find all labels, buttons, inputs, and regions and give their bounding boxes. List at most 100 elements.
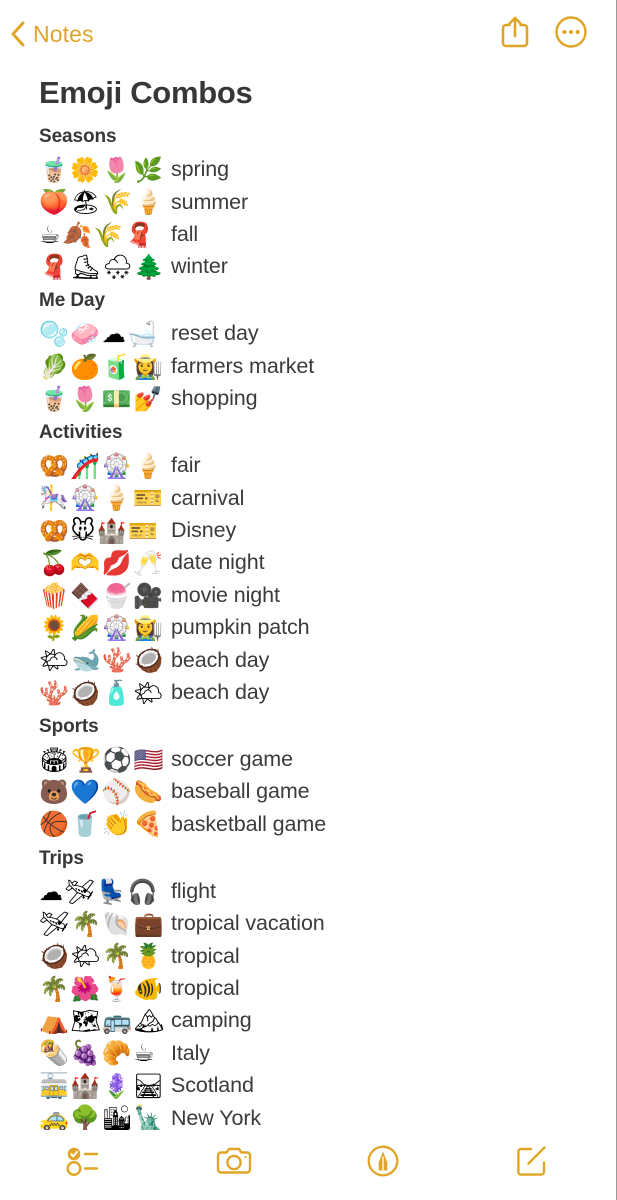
combo-row[interactable]: 🐻💙⚾🌭 baseball game [39, 776, 602, 808]
combo-row[interactable]: 🚋🏰🪻🛤 Scotland [39, 1070, 602, 1102]
combo-label: fall [171, 221, 199, 246]
checklist-icon [65, 1146, 104, 1181]
combo-emojis: 🌴🌺🍹🐠 [39, 974, 165, 1003]
markup-button[interactable] [353, 1139, 413, 1187]
combo-row[interactable]: 🏀🥤👏🍕 basketball game [39, 808, 602, 840]
combo-row[interactable]: 🥨🐭🏰🎫 Disney [39, 515, 602, 547]
combo-label: Disney [171, 517, 237, 542]
combo-label: reset day [171, 321, 259, 346]
combo-row[interactable]: 🎠🎡🍦🎫 carnival [39, 482, 602, 514]
combo-row[interactable]: 🚕🌳🏙🗽 New York [39, 1102, 602, 1130]
combo-row[interactable]: 🌻🌽🎡👩‍🌾 pumpkin patch [39, 612, 602, 644]
combo-emojis: 🌤🐋🪸🥥 [39, 646, 166, 675]
combo-label: Scotland [171, 1073, 254, 1098]
combo-label: New York [171, 1105, 262, 1130]
note-sections-container: Seasons 🧋🌼🌷🌿 spring 🍑🏖🌾🍦 summer ☕🍂🌾🧣 fall 🧣⛸🌨🌲 w… [39, 124, 602, 1130]
combo-label: farmers market [171, 353, 315, 378]
more-circle-icon [554, 15, 588, 54]
combo-row[interactable]: 🥨🎢🎡🍦 fair [39, 450, 602, 482]
combo-label: summer [171, 189, 249, 214]
section-header: Seasons [39, 126, 117, 148]
page-title: Emoji Combos [39, 75, 253, 110]
combo-emojis: ☕🍂🌾🧣 [39, 220, 157, 249]
combo-label: winter [171, 254, 228, 279]
combo-row[interactable]: 🍒🫶💋🥂 date night [39, 547, 602, 579]
combo-emojis: ⛺🗺🚌🏔 [39, 1007, 166, 1036]
note-content[interactable]: Emoji Combos Seasons 🧋🌼🌷🌿 spring 🍑🏖🌾🍦 summer… [0, 68, 616, 1130]
bottom-toolbar [0, 1130, 616, 1200]
camera-icon [215, 1145, 253, 1182]
combo-emojis: 🍒🫶💋🥂 [39, 549, 165, 578]
combo-label: tropical [171, 975, 240, 1000]
combo-label: pumpkin patch [171, 615, 310, 640]
combo-label: tropical [171, 943, 240, 968]
combo-emojis: 🌻🌽🎡👩‍🌾 [39, 613, 165, 642]
combo-row[interactable]: ☕🍂🌾🧣 fall [39, 219, 602, 251]
combo-emojis: 🌯🍇🥐☕ [39, 1039, 157, 1068]
combo-emojis: 🐻💙⚾🌭 [39, 778, 165, 807]
combo-row[interactable]: ⛺🗺🚌🏔 camping [39, 1005, 602, 1037]
combo-label: camping [171, 1008, 252, 1033]
combo-emojis: 🪸🥥🧴🌤 [39, 678, 166, 707]
combo-row[interactable]: 🫧🧼☁🛁 reset day [39, 318, 602, 350]
combo-label: beach day [171, 647, 270, 672]
combo-row[interactable]: 🌤🐋🪸🥥 beach day [39, 644, 602, 676]
navigation-bar: Notes [0, 0, 616, 68]
combo-label: spring [171, 157, 229, 182]
section-header: Activities [39, 422, 123, 444]
combo-row[interactable]: 🧣⛸🌨🌲 winter [39, 251, 602, 283]
combo-row[interactable]: 🛩🌴🐚💼 tropical vacation [39, 908, 602, 940]
combo-label: beach day [171, 679, 270, 704]
combo-emojis: 🍑🏖🌾🍦 [39, 188, 166, 217]
combo-row[interactable]: 🌴🌺🍹🐠 tropical [39, 973, 602, 1005]
combo-row[interactable]: 🍑🏖🌾🍦 summer [39, 186, 602, 218]
combo-emojis: 🥨🐭🏰🎫 [39, 516, 160, 545]
more-options-button[interactable] [548, 11, 594, 57]
combo-label: shopping [171, 386, 258, 411]
compose-icon [515, 1144, 549, 1183]
section-header: Trips [39, 847, 84, 869]
combo-emojis: 🏀🥤👏🍕 [39, 810, 165, 839]
combo-emojis: 🏟🏆⚽🇺🇸 [39, 745, 166, 774]
combo-row[interactable]: 🧋🌷💵💅 shopping [39, 383, 602, 415]
camera-button[interactable] [204, 1139, 264, 1187]
back-label: Notes [33, 20, 94, 47]
share-button[interactable] [492, 11, 538, 57]
combo-emojis: 🧋🌷💵💅 [39, 384, 165, 413]
combo-emojis: 🥥🌤🌴🍍 [39, 942, 166, 971]
notes-app-screen: Notes Emoji Combos Seasons 🧋🌼🌷🌿 spring 🍑… [0, 0, 617, 1200]
combo-emojis: 🫧🧼☁🛁 [39, 320, 159, 349]
combo-row[interactable]: ☁🛩💺🎧 flight [39, 875, 602, 907]
combo-label: tropical vacation [171, 911, 325, 936]
combo-emojis: 🧣⛸🌨🌲 [39, 253, 166, 282]
combo-emojis: 🍿🍫🍧🎥 [39, 581, 165, 610]
combo-row[interactable]: 🌯🍇🥐☕ Italy [39, 1037, 602, 1069]
combo-emojis: 🥨🎢🎡🍦 [39, 451, 165, 480]
checklist-button[interactable] [55, 1139, 115, 1187]
combo-label: soccer game [171, 746, 293, 771]
chevron-left-icon [10, 21, 26, 47]
combo-row[interactable]: 🍿🍫🍧🎥 movie night [39, 579, 602, 611]
combo-label: fair [171, 453, 201, 478]
share-icon [500, 15, 530, 54]
combo-emojis: 🚋🏰🪻🛤 [39, 1071, 166, 1100]
section-header: Sports [39, 715, 99, 737]
combo-emojis: 🛩🌴🐚💼 [39, 909, 166, 938]
compose-button[interactable] [502, 1139, 562, 1187]
combo-row[interactable]: 🥥🌤🌴🍍 tropical [39, 940, 602, 972]
combo-label: basketball game [171, 811, 327, 836]
combo-label: carnival [171, 485, 245, 510]
combo-emojis: 🧋🌼🌷🌿 [39, 155, 165, 184]
combo-row[interactable]: 🧋🌼🌷🌿 spring [39, 154, 602, 186]
combo-row[interactable]: 🪸🥥🧴🌤 beach day [39, 676, 602, 708]
combo-label: movie night [171, 582, 280, 607]
combo-row[interactable]: 🥬🍊🧃👩‍🌾 farmers market [39, 350, 602, 382]
combo-emojis: ☁🛩💺🎧 [39, 877, 160, 906]
combo-emojis: 🎠🎡🍦🎫 [39, 484, 165, 513]
combo-row[interactable]: 🏟🏆⚽🇺🇸 soccer game [39, 744, 602, 776]
section-header: Me Day [39, 290, 105, 312]
combo-label: flight [171, 878, 216, 903]
markup-pen-icon [366, 1144, 400, 1183]
combo-label: date night [171, 550, 265, 575]
back-to-notes-button[interactable]: Notes [10, 21, 94, 47]
